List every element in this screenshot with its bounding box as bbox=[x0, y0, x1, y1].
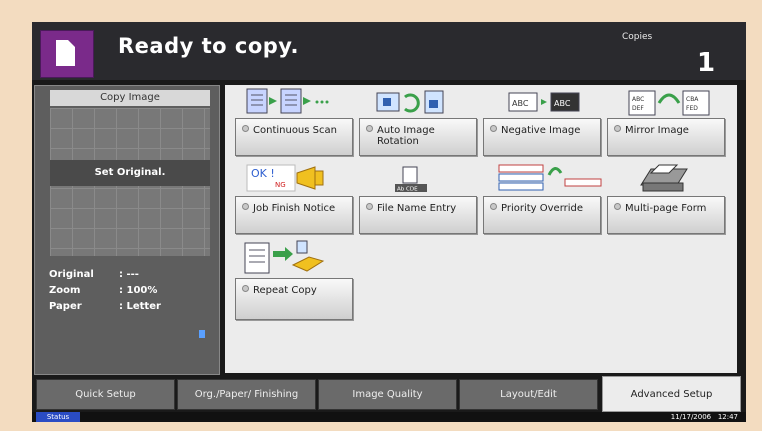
tab-image-quality[interactable]: Image Quality bbox=[318, 379, 457, 410]
priority-override-icon bbox=[498, 164, 602, 191]
button-label: File Name Entry bbox=[377, 203, 457, 214]
copier-screen: Ready to copy. Copies 1 Copy Image Set O… bbox=[32, 22, 746, 422]
info-row-paper: Paper : Letter bbox=[49, 301, 209, 315]
auto-rotation-icon bbox=[376, 90, 444, 114]
file-name-icon-text: Ab CDE bbox=[397, 187, 418, 193]
preview-title: Copy Image bbox=[50, 90, 210, 106]
status-led bbox=[242, 125, 249, 132]
button-label: Job Finish Notice bbox=[253, 203, 336, 214]
header-bar: Ready to copy. Copies 1 bbox=[32, 22, 746, 80]
tab-org-paper-finishing[interactable]: Org./Paper/ Finishing bbox=[177, 379, 316, 410]
tab-advanced-setup[interactable]: Advanced Setup bbox=[602, 376, 741, 412]
status-led bbox=[614, 203, 621, 210]
status-led bbox=[242, 285, 249, 292]
status-led bbox=[366, 203, 373, 210]
button-label: Priority Override bbox=[501, 203, 584, 214]
button-label: Multi-page Form bbox=[625, 203, 707, 214]
negative-image-icon: ABC ABC bbox=[508, 92, 580, 112]
multi-page-form-icon bbox=[640, 164, 688, 192]
svg-text:FED: FED bbox=[686, 105, 698, 112]
tab-bar: Quick Setup Org./Paper/ Finishing Image … bbox=[32, 376, 746, 412]
advanced-functions-area: ABC ABC ABC DEF CBA FED Continuous Scan … bbox=[225, 85, 737, 373]
continuous-scan-button[interactable]: Continuous Scan bbox=[235, 118, 353, 156]
mirror-image-icon: ABC DEF CBA FED bbox=[628, 90, 710, 116]
info-row-original: Original : --- bbox=[49, 269, 209, 283]
copies-label: Copies bbox=[622, 32, 653, 42]
status-message: Ready to copy. bbox=[118, 34, 300, 58]
copies-count[interactable]: 1 bbox=[697, 48, 715, 78]
date-text: 11/17/2006 bbox=[670, 413, 712, 421]
priority-override-button[interactable]: Priority Override bbox=[483, 196, 601, 234]
job-finish-icon: OK ! NG bbox=[246, 164, 324, 192]
tab-quick-setup[interactable]: Quick Setup bbox=[36, 379, 175, 410]
repeat-copy-button[interactable]: Repeat Copy bbox=[235, 278, 353, 320]
status-led bbox=[614, 125, 621, 132]
job-finish-ng: NG bbox=[275, 181, 286, 189]
info-row-zoom: Zoom : 100% bbox=[49, 285, 209, 299]
auto-image-rotation-button[interactable]: Auto Image Rotation bbox=[359, 118, 477, 156]
button-label: Mirror Image bbox=[625, 125, 689, 136]
info-key: Zoom bbox=[49, 285, 81, 296]
negative-icon-text-a: ABC bbox=[512, 99, 529, 108]
status-button[interactable]: Status bbox=[36, 412, 80, 422]
paper-indicator-icon bbox=[199, 330, 205, 338]
multi-page-form-button[interactable]: Multi-page Form bbox=[607, 196, 725, 234]
job-finish-notice-button[interactable]: Job Finish Notice bbox=[235, 196, 353, 234]
file-name-entry-button[interactable]: File Name Entry bbox=[359, 196, 477, 234]
status-led bbox=[490, 125, 497, 132]
info-key: Paper bbox=[49, 301, 82, 312]
button-label: Auto Image Rotation bbox=[377, 125, 435, 147]
date-time: 11/17/2006 12:47 bbox=[671, 412, 738, 422]
mirror-image-button[interactable]: Mirror Image bbox=[607, 118, 725, 156]
button-label: Repeat Copy bbox=[253, 285, 317, 296]
tab-layout-edit[interactable]: Layout/Edit bbox=[459, 379, 598, 410]
file-name-icon: Ab CDE bbox=[395, 166, 427, 193]
copy-document-icon bbox=[40, 30, 94, 78]
svg-text:ABC: ABC bbox=[632, 96, 644, 103]
info-value: : Letter bbox=[119, 301, 161, 312]
svg-text:DEF: DEF bbox=[632, 105, 644, 112]
status-bar: Status 11/17/2006 12:47 bbox=[32, 412, 746, 422]
copy-image-preview-panel: Copy Image Set Original. Original : --- … bbox=[34, 85, 220, 375]
status-led bbox=[366, 125, 373, 132]
negative-image-button[interactable]: Negative Image bbox=[483, 118, 601, 156]
info-value: : --- bbox=[119, 269, 139, 280]
job-finish-ok: OK ! bbox=[251, 167, 275, 180]
repeat-copy-icon bbox=[244, 240, 325, 274]
info-value: : 100% bbox=[119, 285, 158, 296]
continuous-scan-icon bbox=[246, 88, 329, 114]
negative-icon-text-b: ABC bbox=[554, 99, 571, 108]
status-led bbox=[242, 203, 249, 210]
status-led bbox=[490, 203, 497, 210]
button-label: Continuous Scan bbox=[253, 125, 337, 136]
set-original-message: Set Original. bbox=[50, 160, 210, 186]
time-text: 12:47 bbox=[717, 413, 738, 421]
button-label: Negative Image bbox=[501, 125, 581, 136]
info-key: Original bbox=[49, 269, 94, 280]
svg-text:CBA: CBA bbox=[686, 96, 699, 103]
